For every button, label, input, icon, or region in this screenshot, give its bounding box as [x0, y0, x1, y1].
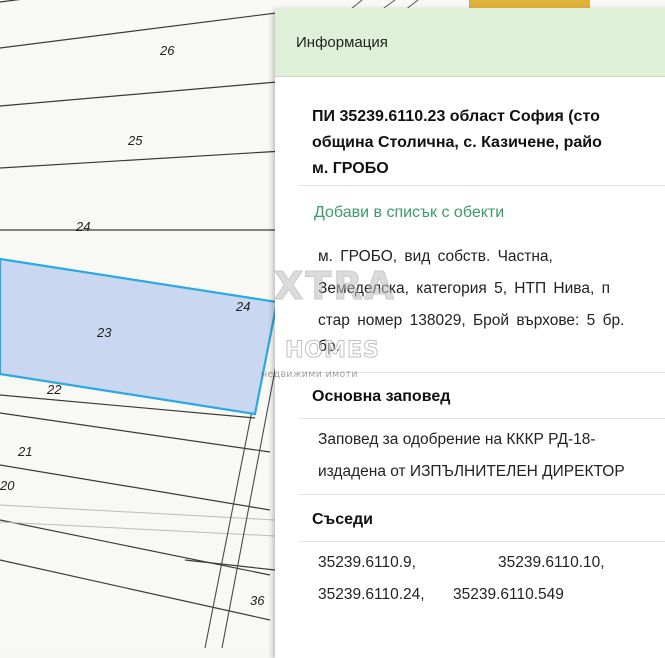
info-panel-title: Информация: [296, 33, 388, 51]
order-text-line: Заповед за одобрение на КККР РД-18-: [318, 431, 596, 448]
main-order-section-title: Основна заповед: [312, 388, 451, 405]
parcel-label-26: 26: [159, 43, 175, 58]
description-line: стар номер 138029, Брой върхове: 5 бр.: [318, 312, 625, 329]
divider: [298, 494, 665, 495]
neighbor-link[interactable]: 35239.6110.9,: [318, 554, 416, 572]
parcel-label-36: 36: [250, 593, 265, 608]
parcel-description: м. ГРОБО, вид собств. Частна, Земеделска…: [318, 241, 665, 357]
description-line: м. ГРОБО, вид собств. Частна,: [318, 248, 553, 265]
info-panel-header: Информация: [275, 8, 665, 77]
divider: [298, 418, 665, 419]
parcel-label-24b: 24: [235, 299, 250, 314]
parcel-label-24: 24: [75, 219, 90, 234]
parcel-title: ПИ 35239.6110.23 област София (сто общин…: [312, 104, 665, 182]
divider: [298, 372, 665, 373]
order-text-line: издадена от ИЗПЪЛНИТЕЛЕН ДИРЕКТОР: [318, 463, 625, 480]
description-line: Земеделска, категория 5, НТП Нива, п: [318, 280, 610, 297]
parcel-label-20: 20: [0, 478, 15, 493]
neighbor-link[interactable]: 35239.6110.24,: [318, 586, 425, 604]
parcel-title-line: ПИ 35239.6110.23 област София (сто: [312, 108, 600, 125]
divider: [298, 185, 665, 186]
neighbor-link[interactable]: 35239.6110.549: [453, 586, 564, 604]
parcel-title-line: община Столична, с. Казичене, райо: [312, 134, 602, 151]
neighbor-link[interactable]: 35239.6110.10,: [498, 554, 605, 572]
divider: [298, 541, 665, 542]
parcel-label-23: 23: [96, 325, 112, 340]
parcel-label-25: 25: [127, 133, 143, 148]
add-to-list-link[interactable]: Добави в списък с обекти: [314, 204, 504, 222]
parcel-label-22: 22: [46, 382, 62, 397]
parcel-label-21: 21: [17, 444, 32, 459]
description-line: бр.: [318, 338, 340, 355]
parcel-title-line: м. ГРОБО: [312, 160, 389, 177]
neighbors-section-title: Съседи: [312, 511, 374, 528]
